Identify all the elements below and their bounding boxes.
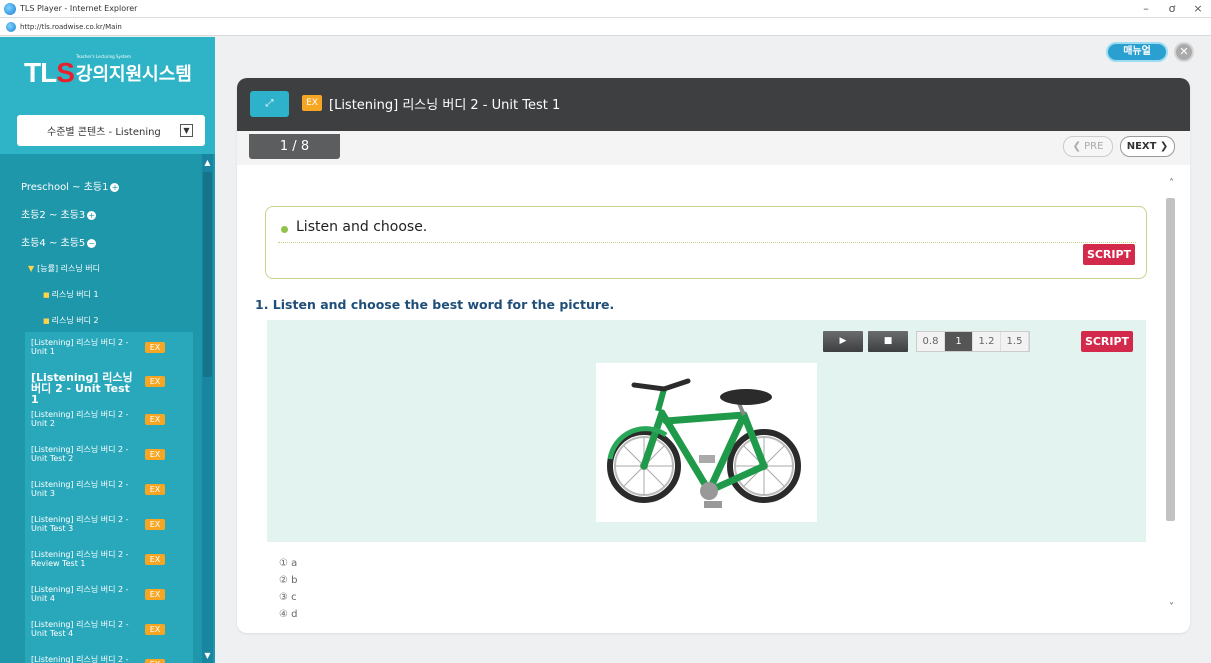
level-select[interactable]: 수준별 콘텐츠 - Listening ▼ bbox=[17, 115, 205, 146]
divider bbox=[278, 242, 1136, 243]
panel-header: ⤢ EX [Listening] 리스닝 버디 2 - Unit Test 1 bbox=[237, 78, 1190, 131]
answer-choices: ① a ② b ③ c ④ d bbox=[279, 558, 298, 626]
window-title: TLS Player - Internet Explorer bbox=[20, 4, 138, 13]
page-indicator: 1 / 8 bbox=[249, 134, 340, 159]
bicycle-image bbox=[596, 363, 817, 522]
ie-icon bbox=[4, 2, 16, 15]
speed-option[interactable]: 0.8 bbox=[917, 332, 945, 351]
ex-badge: EX bbox=[145, 342, 165, 353]
unit-item[interactable]: [Listening] 리스닝 버디 2 - Unit Test 3 EX bbox=[25, 513, 193, 546]
collapse-icon: − bbox=[87, 238, 97, 248]
unit-item[interactable]: [Listening] 리스닝 버디 2 - Unit 2 EX bbox=[25, 408, 193, 441]
bullet-icon bbox=[281, 226, 288, 233]
logo-mark: TLS bbox=[24, 57, 75, 88]
ex-badge: EX bbox=[145, 484, 165, 495]
speed-option[interactable]: 1.5 bbox=[1001, 332, 1029, 351]
bullet-icon: ■ bbox=[43, 317, 50, 325]
logo-tagline: Teacher's Lecturing System bbox=[76, 54, 131, 59]
ex-badge: EX bbox=[145, 624, 165, 635]
ex-badge: EX bbox=[145, 519, 165, 530]
unit-item[interactable]: [Listening] 리스닝 버디 2 - Unit 3 EX bbox=[25, 478, 193, 511]
ex-badge: EX bbox=[145, 449, 165, 460]
page-icon bbox=[6, 21, 16, 32]
system-name: 강의지원시스템 bbox=[75, 64, 192, 85]
tree-item-grade2[interactable]: 초등2 ~ 초등3 + bbox=[21, 206, 97, 221]
level-select-value: 수준별 콘텐츠 - Listening bbox=[47, 127, 161, 138]
url-text[interactable]: http://tls.roadwise.co.kr/Main bbox=[20, 23, 122, 31]
expand-icon: + bbox=[110, 182, 120, 192]
ex-badge: EX bbox=[145, 589, 165, 600]
manual-button[interactable]: 매뉴얼 bbox=[1106, 42, 1168, 62]
chevron-up-icon[interactable]: ˄ bbox=[1166, 178, 1177, 189]
chevron-down-icon[interactable]: ▼ bbox=[180, 124, 193, 137]
unit-item-active[interactable]: [Listening] 리스닝 버디 2 - Unit Test 1 EX bbox=[25, 370, 193, 405]
speed-selector: 0.8 1 1.2 1.5 bbox=[916, 331, 1030, 352]
ex-badge: EX bbox=[145, 414, 165, 425]
choice-a[interactable]: ① a bbox=[279, 558, 298, 575]
choice-d[interactable]: ④ d bbox=[279, 609, 298, 626]
lesson-panel: ⤢ EX [Listening] 리스닝 버디 2 - Unit Test 1 … bbox=[237, 78, 1190, 633]
unit-item[interactable]: [Listening] 리스닝 버디 2 -EX bbox=[25, 653, 193, 663]
speed-option-selected[interactable]: 1 bbox=[945, 332, 973, 351]
fullscreen-icon[interactable]: ⤢ bbox=[250, 91, 289, 117]
direction-script-button[interactable]: SCRIPT bbox=[1083, 244, 1135, 265]
tree-item-grade4[interactable]: 초등4 ~ 초등5− bbox=[21, 234, 97, 249]
prev-button[interactable]: ❮ PRE bbox=[1063, 136, 1113, 157]
ex-badge: EX bbox=[302, 95, 322, 111]
question-area: ▶ ■ 0.8 1 1.2 1.5 SCRIPT bbox=[267, 320, 1146, 542]
unit-list: [Listening] 리스닝 버디 2 - Unit 1 EX [Listeni… bbox=[25, 332, 193, 663]
tree-item-preschool[interactable]: Preschool ~ 초등1 + bbox=[21, 178, 120, 193]
panel-subbar: 1 / 8 ❮ PRE NEXT ❯ bbox=[237, 131, 1190, 165]
ex-badge: EX bbox=[145, 376, 165, 387]
direction-box: Listen and choose. SCRIPT bbox=[265, 206, 1147, 279]
scroll-down-icon[interactable]: ▼ bbox=[203, 651, 212, 661]
tree-item-folder[interactable]: ▼ [능률] 리스닝 버디 bbox=[28, 263, 100, 274]
close-window-button[interactable]: × bbox=[1185, 0, 1211, 18]
bullet-icon: ■ bbox=[43, 291, 50, 299]
speed-option[interactable]: 1.2 bbox=[973, 332, 1001, 351]
bicycle-illustration bbox=[607, 378, 801, 508]
choice-c[interactable]: ③ c bbox=[279, 592, 298, 609]
close-icon[interactable]: ✕ bbox=[1174, 42, 1194, 62]
expand-icon: + bbox=[87, 210, 97, 220]
window-titlebar: TLS Player - Internet Explorer – ơ × bbox=[0, 0, 1211, 18]
sidebar: TLS Teacher's Lecturing System 강의지원시스템 수… bbox=[0, 37, 215, 663]
content-scrollbar[interactable]: ˄ ˅ bbox=[1166, 178, 1177, 613]
choice-b[interactable]: ② b bbox=[279, 575, 298, 592]
question-content: Listen and choose. SCRIPT 1. Listen and … bbox=[237, 165, 1190, 633]
chevron-down-icon[interactable]: ˅ bbox=[1166, 602, 1177, 613]
unit-item[interactable]: [Listening] 리스닝 버디 2 - Review Test 1 EX bbox=[25, 548, 193, 581]
address-bar[interactable]: http://tls.roadwise.co.kr/Main bbox=[0, 18, 1211, 36]
ex-badge: EX bbox=[145, 554, 165, 565]
window-controls: – ơ × bbox=[1133, 0, 1211, 18]
sidebar-scroll-thumb[interactable] bbox=[203, 172, 212, 377]
maximize-button[interactable]: ơ bbox=[1159, 0, 1185, 18]
direction-text: Listen and choose. bbox=[296, 219, 428, 235]
audio-script-button[interactable]: SCRIPT bbox=[1081, 331, 1133, 352]
unit-item[interactable]: [Listening] 리스닝 버디 2 - Unit 1 EX bbox=[25, 336, 193, 369]
play-icon[interactable]: ▶ bbox=[823, 331, 863, 352]
question-text: 1. Listen and choose the best word for t… bbox=[255, 297, 615, 312]
scroll-up-icon[interactable]: ▲ bbox=[203, 158, 212, 168]
unit-item[interactable]: [Listening] 리스닝 버디 2 - Unit 4 EX bbox=[25, 583, 193, 616]
tree-item-book2[interactable]: ■ 리스닝 버디 2 bbox=[43, 315, 99, 326]
tree-item-book1[interactable]: ■ 리스닝 버디 1 bbox=[43, 289, 99, 300]
ex-badge: EX bbox=[145, 659, 165, 663]
triangle-down-icon: ▼ bbox=[28, 264, 35, 273]
tls-logo: TLS Teacher's Lecturing System 강의지원시스템 bbox=[24, 54, 192, 89]
unit-item[interactable]: [Listening] 리스닝 버디 2 - Unit Test 4 EX bbox=[25, 618, 193, 651]
next-button[interactable]: NEXT ❯ bbox=[1120, 136, 1175, 157]
unit-item[interactable]: [Listening] 리스닝 버디 2 - Unit Test 2 EX bbox=[25, 443, 193, 476]
content-scroll-thumb[interactable] bbox=[1166, 198, 1175, 521]
lesson-title: [Listening] 리스닝 버디 2 - Unit Test 1 bbox=[329, 98, 561, 113]
minimize-button[interactable]: – bbox=[1133, 0, 1159, 18]
stop-icon[interactable]: ■ bbox=[868, 331, 908, 352]
